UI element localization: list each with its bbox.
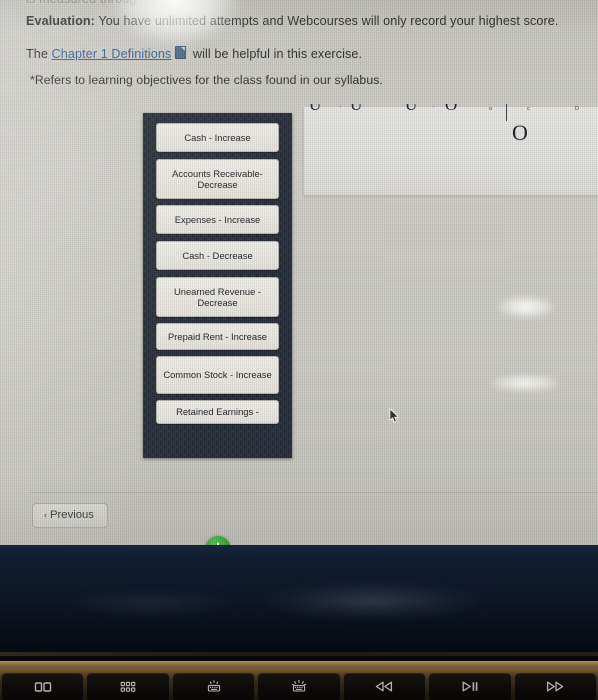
launchpad-grid-icon [120,681,136,692]
mini-tick-0: ' [340,106,342,112]
cut-glyph-0: U [309,104,322,114]
keyboard-deck-glow [0,661,598,673]
document-icon [175,46,187,59]
big-circle-glyph: O [512,120,528,145]
mission-control-icon [34,681,51,692]
chapter-link-paragraph: The Chapter 1 Definitions will be helpfu… [26,46,362,62]
evaluation-label: Evaluation: [26,14,95,28]
bezel-reflection [262,581,482,621]
evaluation-paragraph: Evaluation: You have unlimited attempts … [26,13,558,29]
mouse-pointer [389,408,400,423]
browser-page-content: is measured throug Evaluation: You have … [0,0,598,545]
laptop-hinge [0,652,598,656]
keyboard-brightness-up-key[interactable] [258,673,340,700]
link-prefix-text: The [26,47,52,61]
previous-button-label: Previous [50,509,94,521]
scroll-down-button[interactable] [205,536,230,545]
laptop-keyboard-deck [0,661,598,700]
fast-forward-key[interactable] [514,673,596,700]
link-suffix-text: will be helpful in this exercise. [189,47,363,61]
cut-off-glyph-row: U U U O ' ' o c D [303,104,598,126]
drag-item[interactable]: Retained Earnings - [156,400,279,424]
drag-item[interactable]: Prepaid Rent - Increase [156,323,279,350]
syllabus-footnote: *Refers to learning objectives for the c… [30,73,383,87]
drag-item[interactable]: Expenses - Increase [156,205,279,234]
drag-source-bank[interactable]: Cash - Increase Accounts Receivable- Decr… [143,113,292,545]
play-pause-key[interactable] [429,673,511,700]
cut-off-top-text: is measured throug [26,0,137,6]
mini-glyph-0: o [489,106,493,112]
evaluation-text: You have unlimited attempts and Webcours… [94,14,559,28]
function-key-row [0,673,598,700]
chevron-left-icon: ‹ [44,510,47,520]
drag-item[interactable]: Common Stock - Increase [156,356,279,394]
mission-control-key[interactable] [2,673,84,700]
play-pause-icon [462,681,478,692]
laptop-screen-photo: is measured throug Evaluation: You have … [0,0,598,545]
rewind-icon [376,681,393,692]
chapter-1-definitions-link[interactable]: Chapter 1 Definitions [52,47,172,61]
drag-item[interactable]: Cash - Decrease [156,241,279,270]
cut-glyph-3: O [445,104,458,114]
keyboard-backlight-up-icon [291,680,307,692]
mini-glyph-2: D [575,106,579,112]
mini-tick-1: ' [433,106,435,112]
previous-button[interactable]: ‹ Previous [32,503,108,528]
launchpad-key[interactable] [87,673,169,700]
drag-item[interactable]: Accounts Receivable- Decrease [156,159,279,199]
bezel-reflection-secondary [60,589,240,617]
drag-item[interactable]: Cash - Increase [156,123,279,152]
drag-item[interactable]: Unearned Revenue - Decrease [156,277,279,317]
laptop-bezel [0,545,598,661]
vertical-tick-mark [506,104,507,121]
arrow-down-icon [216,542,219,545]
footer-divider [30,492,598,493]
mini-glyph-1: c [527,106,530,112]
keyboard-brightness-down-key[interactable] [172,673,255,700]
cut-glyph-1: U [350,104,363,114]
cut-glyph-2: U [405,104,418,114]
rewind-key[interactable] [343,673,426,700]
fast-forward-icon [547,681,564,692]
keyboard-backlight-down-icon [207,680,220,692]
